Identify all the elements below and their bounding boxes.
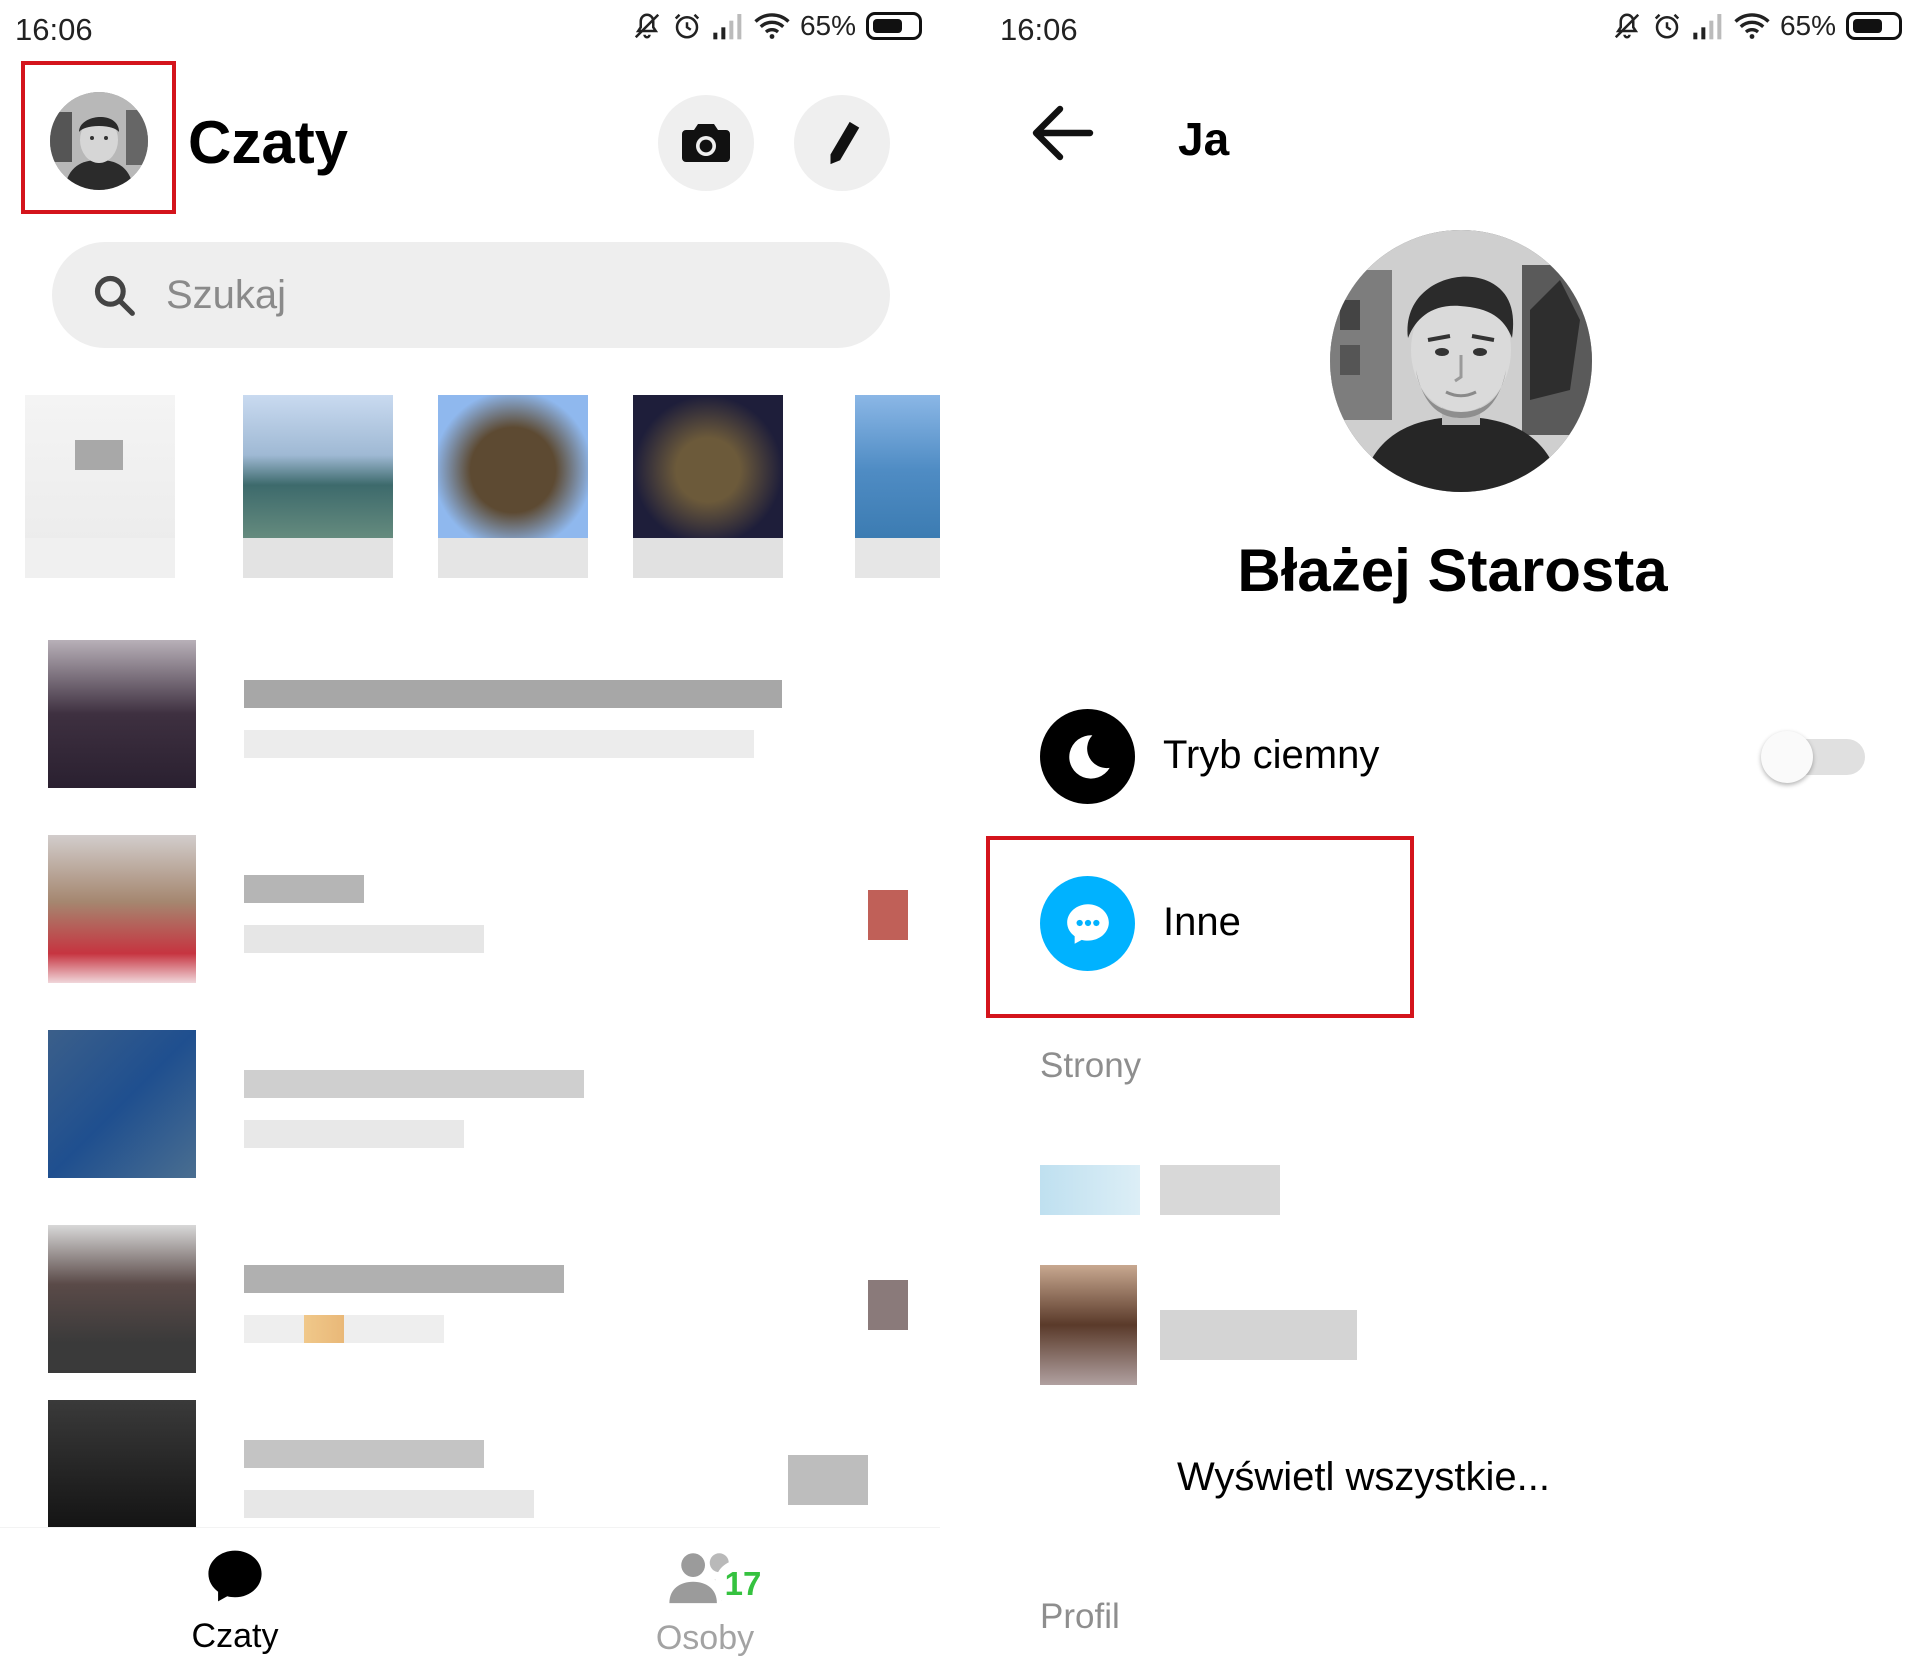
nav-people-tab[interactable]: 17 Osoby <box>605 1548 805 1658</box>
story-item[interactable] <box>243 370 393 595</box>
story-item[interactable] <box>438 370 588 595</box>
back-button[interactable] <box>1030 105 1100 165</box>
mute-icon <box>634 13 660 39</box>
other-highlight-box <box>986 836 1414 1018</box>
battery-percent: 65% <box>1779 10 1836 41</box>
battery-icon <box>1846 12 1902 40</box>
moon-icon <box>1068 734 1110 779</box>
people-badge: 17 <box>715 1560 771 1608</box>
chat-row[interactable] <box>48 1030 928 1190</box>
active-contacts-row <box>25 370 940 595</box>
battery-level <box>1853 19 1882 33</box>
chat-row[interactable] <box>48 640 928 800</box>
dark-mode-label: Tryb ciemny <box>1163 733 1380 777</box>
profile-section-title: Profil <box>1040 1597 1120 1636</box>
new-message-button[interactable] <box>794 95 890 191</box>
alarm-icon <box>674 13 700 39</box>
avatar-highlight-box <box>21 61 176 214</box>
profile-screen: 16:06 65% Ja Błażej Starosta Tryb ciemny… <box>985 0 1920 1665</box>
page-item[interactable] <box>1040 1265 1137 1385</box>
chat-row[interactable] <box>48 835 928 995</box>
page-item-name <box>1160 1310 1357 1360</box>
dark-mode-row[interactable]: Tryb ciemny <box>1040 701 1900 811</box>
page-item[interactable] <box>1040 1165 1140 1215</box>
signal-icon <box>713 14 742 40</box>
profile-name: Błażej Starosta <box>1237 537 1668 604</box>
camera-button[interactable] <box>658 95 754 191</box>
nav-people-label: Osoby <box>655 1619 755 1657</box>
chat-row[interactable] <box>48 1225 928 1385</box>
battery-percent: 65% <box>799 10 856 41</box>
page-title: Czaty <box>188 109 349 176</box>
battery-level <box>873 19 902 33</box>
toggle-knob <box>1761 731 1813 783</box>
signal-icon <box>1693 14 1722 40</box>
status-time: 16:06 <box>1000 12 1078 47</box>
alarm-icon <box>1654 13 1680 39</box>
camera-icon <box>682 124 730 162</box>
pencil-icon <box>830 121 860 165</box>
profile-photo-image <box>1330 230 1592 492</box>
nav-chats-label: Czaty <box>191 1617 279 1655</box>
profile-photo[interactable] <box>1330 230 1592 492</box>
nav-chats-tab[interactable]: Czaty <box>135 1548 335 1656</box>
search-bar[interactable] <box>52 242 890 348</box>
search-input[interactable] <box>166 272 766 318</box>
wifi-icon <box>1734 13 1770 39</box>
mute-icon <box>1614 13 1640 39</box>
wifi-icon <box>754 13 790 39</box>
arrow-left-icon <box>1032 105 1094 161</box>
view-all-link[interactable]: Wyświetl wszystkie... <box>1177 1455 1550 1500</box>
status-time: 16:06 <box>15 12 93 47</box>
status-icons: 65% <box>1612 10 1902 42</box>
page-item-name <box>1160 1165 1280 1215</box>
story-item[interactable] <box>855 370 940 595</box>
status-bar: 16:06 65% <box>0 0 940 60</box>
chat-bubble-icon <box>208 1550 262 1602</box>
bottom-nav: Czaty 17 Osoby <box>0 1527 940 1665</box>
chats-screen: 16:06 65% Czaty Szukaj Czaty 17 Osoby <box>0 0 940 1665</box>
story-item[interactable] <box>25 370 175 595</box>
dark-mode-toggle[interactable] <box>1761 731 1865 783</box>
dark-mode-icon-circle <box>1040 709 1135 804</box>
status-bar: 16:06 65% <box>985 0 1920 60</box>
story-item[interactable] <box>633 370 783 595</box>
search-icon <box>94 275 135 316</box>
header-title: Ja <box>1178 113 1230 165</box>
pages-section-title: Strony <box>1040 1046 1142 1085</box>
status-icons: 65% <box>632 10 922 42</box>
battery-icon <box>866 12 922 40</box>
